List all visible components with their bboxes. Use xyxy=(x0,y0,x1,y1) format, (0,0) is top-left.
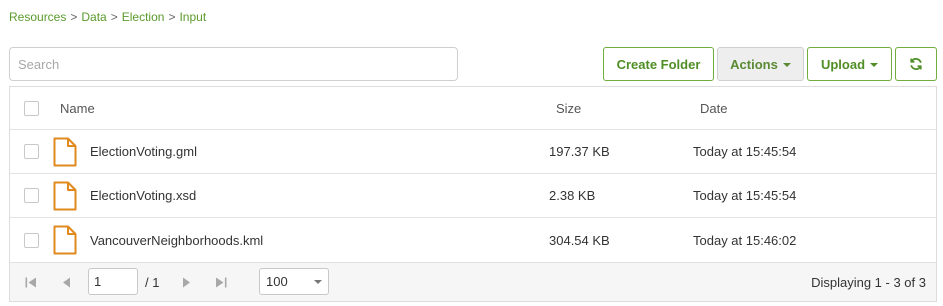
create-folder-label: Create Folder xyxy=(616,56,701,72)
file-date: Today at 15:45:54 xyxy=(693,188,797,203)
caret-down-icon xyxy=(314,280,322,284)
file-size: 2.38 KB xyxy=(549,188,596,203)
search-input[interactable] xyxy=(9,47,458,81)
breadcrumb-separator: > xyxy=(110,10,118,24)
file-date: Today at 15:46:02 xyxy=(693,232,797,248)
row-checkbox-cell xyxy=(24,174,39,217)
file-name[interactable]: ElectionVoting.gml xyxy=(90,130,197,173)
file-size: 304.54 KB xyxy=(549,232,610,248)
file-icon xyxy=(53,137,77,166)
size-column-header[interactable]: Size xyxy=(556,87,581,129)
breadcrumb-input[interactable]: Input xyxy=(179,10,206,24)
pagination-bar: / 1 100 Displaying 1 - 3 of 3 xyxy=(10,263,936,301)
file-name[interactable]: ElectionVoting.xsd xyxy=(90,174,196,217)
breadcrumb: Resources > Data > Election > Input xyxy=(9,10,206,24)
row-checkbox-cell xyxy=(24,130,39,173)
file-name[interactable]: VancouverNeighborhoods.kml xyxy=(90,218,263,262)
first-page-button[interactable] xyxy=(25,263,37,301)
file-icon-cell xyxy=(53,218,77,262)
table-row[interactable]: ElectionVoting.gml 197.37 KB Today at 15… xyxy=(10,130,936,174)
select-all-checkbox[interactable] xyxy=(24,100,39,116)
upload-button[interactable]: Upload xyxy=(807,47,892,81)
total-pages-label: / 1 xyxy=(145,274,160,290)
per-page-value: 100 xyxy=(266,274,288,289)
file-icon-cell xyxy=(53,174,77,217)
breadcrumb-separator: > xyxy=(168,10,176,24)
breadcrumb-election[interactable]: Election xyxy=(122,10,165,24)
row-checkbox[interactable] xyxy=(24,188,39,203)
breadcrumb-separator: > xyxy=(70,10,78,24)
actions-label: Actions xyxy=(730,56,778,72)
table-row[interactable]: ElectionVoting.xsd 2.38 KB Today at 15:4… xyxy=(10,174,936,218)
row-checkbox[interactable] xyxy=(24,144,39,159)
last-page-button[interactable] xyxy=(215,263,227,301)
breadcrumb-resources[interactable]: Resources xyxy=(9,10,66,24)
display-count-label: Displaying 1 - 3 of 3 xyxy=(811,274,926,290)
file-table: Name Size Date ElectionVoting.gml 197.37… xyxy=(9,86,937,302)
first-page-icon xyxy=(25,277,36,287)
select-all-cell xyxy=(24,87,39,129)
file-icon xyxy=(53,181,77,210)
per-page-select[interactable]: 100 xyxy=(259,268,329,295)
row-checkbox[interactable] xyxy=(24,232,39,248)
create-folder-button[interactable]: Create Folder xyxy=(603,47,714,81)
name-column-header[interactable]: Name xyxy=(60,87,95,129)
file-date: Today at 15:45:54 xyxy=(693,144,797,159)
prev-page-button[interactable] xyxy=(62,263,71,301)
refresh-button[interactable] xyxy=(895,47,937,81)
file-icon xyxy=(53,225,77,255)
prev-page-icon xyxy=(63,277,70,287)
refresh-icon xyxy=(910,58,922,70)
last-page-icon xyxy=(216,277,227,287)
table-header-row: Name Size Date xyxy=(10,87,936,130)
row-checkbox-cell xyxy=(24,218,39,262)
page-number-input[interactable] xyxy=(88,268,138,295)
caret-down-icon xyxy=(870,62,879,67)
date-column-header[interactable]: Date xyxy=(700,87,727,129)
next-page-button[interactable] xyxy=(182,263,191,301)
table-row[interactable]: VancouverNeighborhoods.kml 304.54 KB Tod… xyxy=(10,218,936,263)
actions-button[interactable]: Actions xyxy=(717,47,804,81)
caret-down-icon xyxy=(782,62,791,67)
file-size: 197.37 KB xyxy=(549,144,610,159)
file-icon-cell xyxy=(53,130,77,173)
next-page-icon xyxy=(183,277,190,287)
upload-label: Upload xyxy=(820,56,866,72)
breadcrumb-data[interactable]: Data xyxy=(81,10,106,24)
